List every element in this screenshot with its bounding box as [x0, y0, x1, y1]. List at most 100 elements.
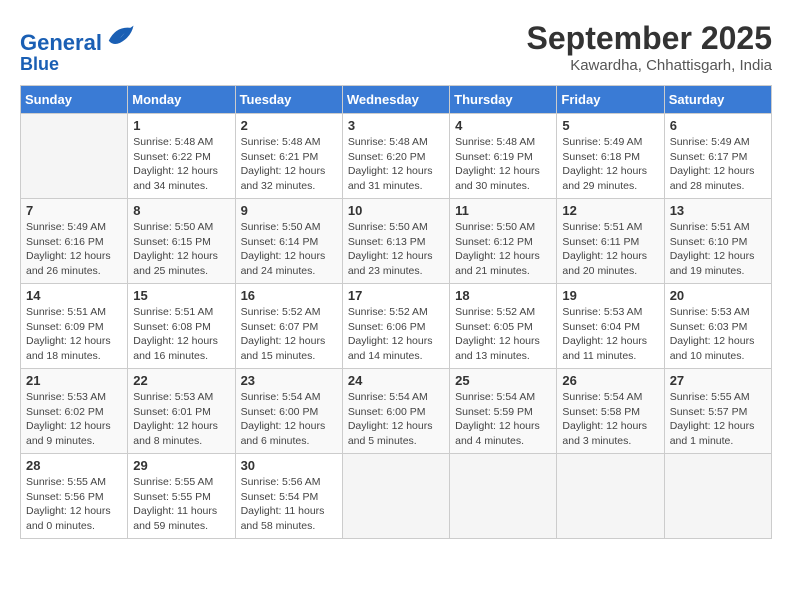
day-number: 24 [348, 373, 444, 388]
week-row-2: 7 Sunrise: 5:49 AMSunset: 6:16 PMDaylight… [21, 198, 772, 283]
day-info: Sunrise: 5:52 AMSunset: 6:05 PMDaylight:… [455, 305, 551, 364]
day-info: Sunrise: 5:55 AMSunset: 5:57 PMDaylight:… [670, 390, 766, 449]
calendar-cell: 12 Sunrise: 5:51 AMSunset: 6:11 PMDayligh… [557, 198, 664, 283]
calendar-cell: 20 Sunrise: 5:53 AMSunset: 6:03 PMDayligh… [664, 283, 771, 368]
calendar-cell: 9 Sunrise: 5:50 AMSunset: 6:14 PMDaylight… [235, 198, 342, 283]
logo: General Blue [20, 20, 135, 75]
day-number: 28 [26, 458, 122, 473]
day-info: Sunrise: 5:54 AMSunset: 6:00 PMDaylight:… [348, 390, 444, 449]
calendar-cell: 23 Sunrise: 5:54 AMSunset: 6:00 PMDayligh… [235, 368, 342, 453]
day-info: Sunrise: 5:49 AMSunset: 6:18 PMDaylight:… [562, 135, 658, 194]
day-info: Sunrise: 5:51 AMSunset: 6:10 PMDaylight:… [670, 220, 766, 279]
day-info: Sunrise: 5:48 AMSunset: 6:20 PMDaylight:… [348, 135, 444, 194]
title-block: September 2025 Kawardha, Chhattisgarh, I… [527, 20, 772, 74]
day-header-tuesday: Tuesday [235, 85, 342, 113]
day-info: Sunrise: 5:53 AMSunset: 6:04 PMDaylight:… [562, 305, 658, 364]
day-number: 9 [241, 203, 337, 218]
calendar-cell [342, 453, 449, 538]
calendar-cell: 30Sunrise: 5:56 AMSunset: 5:54 PMDayligh… [235, 453, 342, 538]
calendar-cell: 8 Sunrise: 5:50 AMSunset: 6:15 PMDaylight… [128, 198, 235, 283]
day-info: Sunrise: 5:54 AMSunset: 6:00 PMDaylight:… [241, 390, 337, 449]
week-row-1: 1 Sunrise: 5:48 AMSunset: 6:22 PMDaylight… [21, 113, 772, 198]
day-info: Sunrise: 5:53 AMSunset: 6:01 PMDaylight:… [133, 390, 229, 449]
day-info: Sunrise: 5:50 AMSunset: 6:15 PMDaylight:… [133, 220, 229, 279]
day-info: Sunrise: 5:51 AMSunset: 6:08 PMDaylight:… [133, 305, 229, 364]
calendar-cell [21, 113, 128, 198]
day-number: 14 [26, 288, 122, 303]
calendar-cell [557, 453, 664, 538]
day-number: 8 [133, 203, 229, 218]
day-info: Sunrise: 5:54 AMSunset: 5:58 PMDaylight:… [562, 390, 658, 449]
day-info: Sunrise: 5:49 AMSunset: 6:17 PMDaylight:… [670, 135, 766, 194]
day-header-thursday: Thursday [450, 85, 557, 113]
calendar-cell: 28 Sunrise: 5:55 AMSunset: 5:56 PMDayligh… [21, 453, 128, 538]
day-header-monday: Monday [128, 85, 235, 113]
day-info: Sunrise: 5:50 AMSunset: 6:14 PMDaylight:… [241, 220, 337, 279]
day-number: 13 [670, 203, 766, 218]
calendar-cell: 26 Sunrise: 5:54 AMSunset: 5:58 PMDayligh… [557, 368, 664, 453]
calendar-header-row: SundayMondayTuesdayWednesdayThursdayFrid… [21, 85, 772, 113]
day-number: 29 [133, 458, 229, 473]
day-number: 19 [562, 288, 658, 303]
day-number: 30 [241, 458, 337, 473]
calendar-cell: 15 Sunrise: 5:51 AMSunset: 6:08 PMDayligh… [128, 283, 235, 368]
day-number: 20 [670, 288, 766, 303]
day-info: Sunrise: 5:52 AMSunset: 6:07 PMDaylight:… [241, 305, 337, 364]
day-number: 7 [26, 203, 122, 218]
logo-text: General [20, 20, 135, 55]
calendar-cell: 1 Sunrise: 5:48 AMSunset: 6:22 PMDaylight… [128, 113, 235, 198]
day-header-sunday: Sunday [21, 85, 128, 113]
calendar-cell: 6 Sunrise: 5:49 AMSunset: 6:17 PMDaylight… [664, 113, 771, 198]
calendar-cell: 7 Sunrise: 5:49 AMSunset: 6:16 PMDaylight… [21, 198, 128, 283]
day-number: 6 [670, 118, 766, 133]
calendar-cell: 19 Sunrise: 5:53 AMSunset: 6:04 PMDayligh… [557, 283, 664, 368]
subtitle: Kawardha, Chhattisgarh, India [527, 57, 772, 74]
day-number: 5 [562, 118, 658, 133]
day-number: 16 [241, 288, 337, 303]
day-number: 25 [455, 373, 551, 388]
day-info: Sunrise: 5:53 AMSunset: 6:03 PMDaylight:… [670, 305, 766, 364]
day-info: Sunrise: 5:48 AMSunset: 6:22 PMDaylight:… [133, 135, 229, 194]
day-number: 11 [455, 203, 551, 218]
day-info: Sunrise: 5:48 AMSunset: 6:21 PMDaylight:… [241, 135, 337, 194]
calendar-cell: 27 Sunrise: 5:55 AMSunset: 5:57 PMDayligh… [664, 368, 771, 453]
day-number: 18 [455, 288, 551, 303]
main-title: September 2025 [527, 20, 772, 57]
day-number: 21 [26, 373, 122, 388]
day-number: 3 [348, 118, 444, 133]
calendar-cell: 29 Sunrise: 5:55 AMSunset: 5:55 PMDayligh… [128, 453, 235, 538]
day-info: Sunrise: 5:49 AMSunset: 6:16 PMDaylight:… [26, 220, 122, 279]
calendar-cell: 13 Sunrise: 5:51 AMSunset: 6:10 PMDayligh… [664, 198, 771, 283]
calendar-cell: 18 Sunrise: 5:52 AMSunset: 6:05 PMDayligh… [450, 283, 557, 368]
day-info: Sunrise: 5:53 AMSunset: 6:02 PMDaylight:… [26, 390, 122, 449]
calendar-cell: 16 Sunrise: 5:52 AMSunset: 6:07 PMDayligh… [235, 283, 342, 368]
calendar-cell: 21 Sunrise: 5:53 AMSunset: 6:02 PMDayligh… [21, 368, 128, 453]
day-header-friday: Friday [557, 85, 664, 113]
day-info: Sunrise: 5:50 AMSunset: 6:13 PMDaylight:… [348, 220, 444, 279]
calendar-cell: 4 Sunrise: 5:48 AMSunset: 6:19 PMDaylight… [450, 113, 557, 198]
day-info: Sunrise: 5:52 AMSunset: 6:06 PMDaylight:… [348, 305, 444, 364]
week-row-5: 28 Sunrise: 5:55 AMSunset: 5:56 PMDayligh… [21, 453, 772, 538]
calendar-cell: 25 Sunrise: 5:54 AMSunset: 5:59 PMDayligh… [450, 368, 557, 453]
calendar-cell: 5 Sunrise: 5:49 AMSunset: 6:18 PMDaylight… [557, 113, 664, 198]
day-info: Sunrise: 5:51 AMSunset: 6:11 PMDaylight:… [562, 220, 658, 279]
day-number: 27 [670, 373, 766, 388]
day-number: 4 [455, 118, 551, 133]
day-number: 10 [348, 203, 444, 218]
day-info: Sunrise: 5:55 AMSunset: 5:55 PMDaylight:… [133, 475, 229, 534]
day-info: Sunrise: 5:54 AMSunset: 5:59 PMDaylight:… [455, 390, 551, 449]
day-number: 15 [133, 288, 229, 303]
week-row-3: 14Sunrise: 5:51 AMSunset: 6:09 PMDayligh… [21, 283, 772, 368]
day-info: Sunrise: 5:50 AMSunset: 6:12 PMDaylight:… [455, 220, 551, 279]
calendar-cell: 17Sunrise: 5:52 AMSunset: 6:06 PMDayligh… [342, 283, 449, 368]
day-info: Sunrise: 5:48 AMSunset: 6:19 PMDaylight:… [455, 135, 551, 194]
calendar-cell: 2Sunrise: 5:48 AMSunset: 6:21 PMDaylight… [235, 113, 342, 198]
page-header: General Blue September 2025 Kawardha, Ch… [20, 20, 772, 75]
day-number: 1 [133, 118, 229, 133]
day-number: 26 [562, 373, 658, 388]
day-header-wednesday: Wednesday [342, 85, 449, 113]
day-number: 12 [562, 203, 658, 218]
day-info: Sunrise: 5:55 AMSunset: 5:56 PMDaylight:… [26, 475, 122, 534]
calendar-cell: 22Sunrise: 5:53 AMSunset: 6:01 PMDayligh… [128, 368, 235, 453]
day-number: 23 [241, 373, 337, 388]
